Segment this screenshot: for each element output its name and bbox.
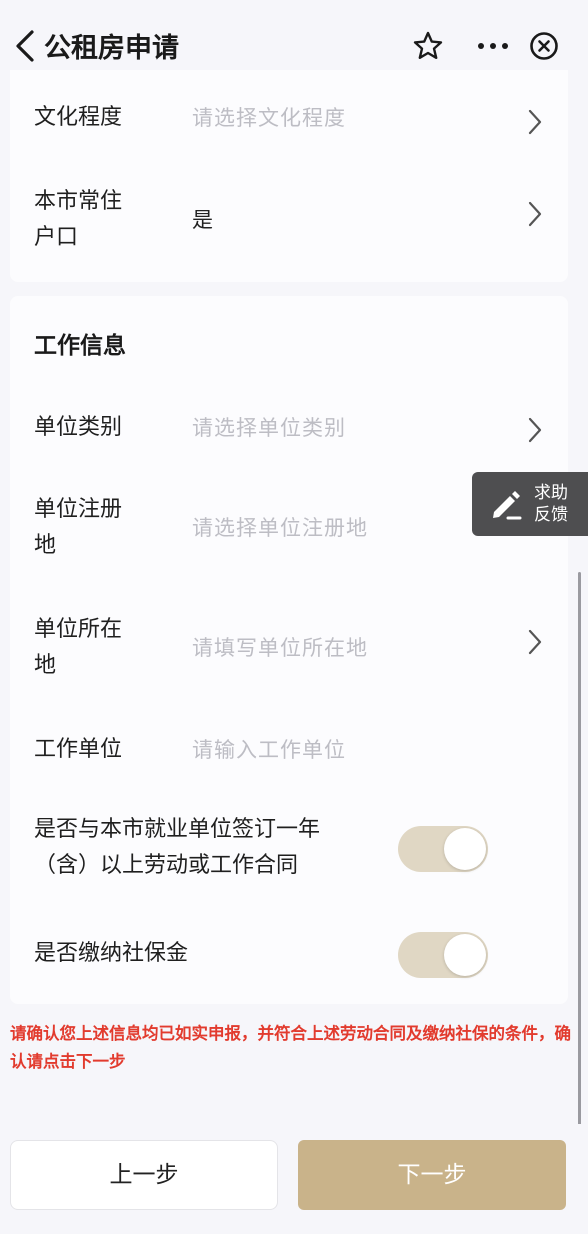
unit-reg-select[interactable]: 请选择单位注册地 — [192, 510, 368, 546]
contract-label-line2: （含）以上劳动或工作合同 — [34, 853, 299, 878]
unit-reg-label-line2: 地 — [34, 533, 57, 558]
page-title: 公租房申请 — [44, 33, 179, 64]
unit-type-label: 单位类别 — [34, 415, 123, 440]
employer-label: 工作单位 — [34, 737, 123, 762]
feedback-label-line1: 求助 — [534, 483, 568, 503]
hukou-label-line1: 本市常住 — [34, 189, 123, 214]
help-feedback-button[interactable]: 求助 反馈 — [472, 472, 588, 536]
chevron-right-icon — [528, 109, 542, 135]
hukou-value[interactable]: 是 — [192, 202, 214, 238]
contract-row: 是否与本市就业单位签订一年 （含）以上劳动或工作合同 — [10, 812, 568, 892]
employer-row[interactable]: 工作单位 请输入工作单位 — [10, 728, 568, 772]
employer-input[interactable]: 请输入工作单位 — [192, 732, 346, 768]
unit-reg-label-line1: 单位注册 — [34, 497, 123, 522]
work-info-card: 工作信息 单位类别 请选择单位类别 单位注册 地 请选择单位注册地 单位所在 地… — [10, 296, 568, 1004]
social-insurance-toggle[interactable] — [398, 932, 488, 978]
toggle-knob — [444, 934, 486, 976]
unit-loc-label-line1: 单位所在 — [34, 617, 123, 642]
section-title: 工作信息 — [34, 333, 126, 359]
back-arrow-icon[interactable] — [10, 28, 42, 64]
education-select[interactable]: 请选择文化程度 — [192, 100, 346, 136]
unit-type-select[interactable]: 请选择单位类别 — [192, 410, 346, 446]
more-icon[interactable] — [476, 36, 510, 56]
unit-loc-label-line2: 地 — [34, 653, 57, 678]
next-step-button[interactable]: 下一步 — [298, 1140, 566, 1210]
hukou-row[interactable]: 本市常住 户口 是 — [10, 184, 568, 264]
scrollbar[interactable] — [578, 572, 581, 1132]
hukou-label-line2: 户口 — [34, 225, 79, 250]
education-row[interactable]: 文化程度 请选择文化程度 — [10, 96, 568, 142]
social-insurance-label: 是否缴纳社保金 — [34, 941, 189, 966]
unit-type-row[interactable]: 单位类别 请选择单位类别 — [10, 406, 568, 450]
education-label: 文化程度 — [34, 105, 123, 130]
chevron-right-icon — [528, 417, 542, 443]
contract-toggle[interactable] — [398, 826, 488, 872]
unit-loc-row[interactable]: 单位所在 地 请填写单位所在地 — [10, 612, 568, 692]
feedback-label: 求助 反馈 — [534, 482, 568, 526]
close-icon[interactable] — [528, 30, 560, 62]
bottom-action-bar: 上一步 下一步 — [0, 1124, 588, 1234]
edit-pen-icon — [493, 491, 522, 520]
prev-step-button[interactable]: 上一步 — [10, 1140, 278, 1210]
personal-info-card: 文化程度 请选择文化程度 本市常住 户口 是 — [10, 70, 568, 282]
social-insurance-row: 是否缴纳社保金 — [10, 932, 568, 980]
confirmation-notice: 请确认您上述信息均已如实申报，并符合上述劳动合同及缴纳社保的条件，确认请点击下一… — [10, 1024, 571, 1071]
feedback-label-line2: 反馈 — [534, 505, 568, 525]
toggle-knob — [444, 828, 486, 870]
star-icon[interactable] — [412, 30, 444, 62]
chevron-right-icon — [528, 201, 542, 227]
chevron-right-icon — [528, 629, 542, 655]
contract-label-line1: 是否与本市就业单位签订一年 — [34, 817, 321, 842]
unit-loc-input[interactable]: 请填写单位所在地 — [192, 630, 368, 666]
